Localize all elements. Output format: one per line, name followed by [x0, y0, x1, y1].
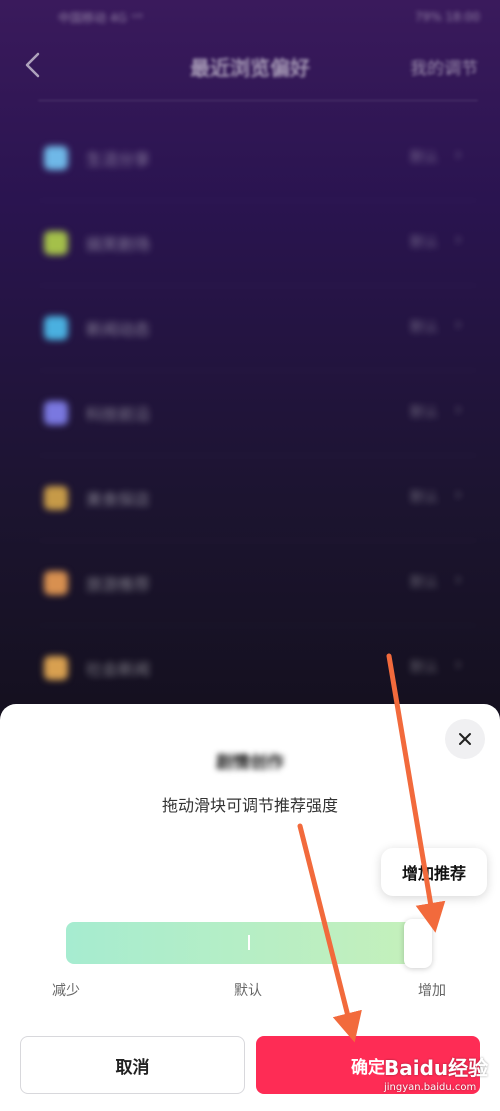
category-status: 默认: [410, 490, 438, 506]
category-icon: [44, 571, 68, 595]
close-icon: [459, 733, 471, 745]
slider-default-tick: [248, 935, 250, 950]
category-name: 美食探店: [86, 490, 151, 509]
divider: [38, 100, 478, 101]
preference-item[interactable]: 旅游推荐 默认 ›: [0, 541, 500, 626]
watermark-url: jingyan.baidu.com: [384, 1082, 477, 1093]
category-icon: [44, 316, 68, 340]
category-icon: [44, 401, 68, 425]
chevron-right-icon: ›: [454, 399, 462, 420]
preference-item[interactable]: 新闻动态 默认 ›: [0, 286, 500, 371]
category-name: 社会新闻: [86, 660, 151, 679]
category-icon: [44, 656, 68, 680]
watermark-logo: Baidu经验: [384, 1056, 489, 1080]
chevron-right-icon: ›: [454, 484, 462, 505]
my-adjust-link[interactable]: 我的调节: [410, 54, 478, 79]
category-name: 新闻动态: [86, 320, 151, 339]
cancel-button[interactable]: 取消: [20, 1036, 245, 1094]
chevron-right-icon: ›: [454, 569, 462, 590]
category-status: 默认: [410, 575, 438, 591]
category-name: 科技前沿: [86, 405, 151, 424]
category-name: 生活分享: [86, 150, 151, 169]
preference-item[interactable]: 生活分享 默认 ›: [0, 116, 500, 201]
preference-item[interactable]: 美食探店 默认 ›: [0, 456, 500, 541]
battery-time-text: 79% 18:00: [414, 10, 480, 24]
baidu-jingyan-watermark: Baidu经验 jingyan.baidu.com: [384, 1052, 496, 1102]
category-status: 默认: [410, 405, 438, 421]
preference-item[interactable]: 科技前沿 默认 ›: [0, 371, 500, 456]
slider-thumb[interactable]: [404, 919, 432, 968]
chevron-right-icon: ›: [454, 654, 462, 675]
category-status: 默认: [410, 320, 438, 336]
chevron-right-icon: ›: [454, 314, 462, 335]
category-name: 旅游推荐: [86, 575, 151, 594]
carrier-text: 中国移动 4G ⁺ᴴ: [58, 10, 143, 25]
sheet-subtitle: 拖动滑块可调节推荐强度: [161, 796, 338, 815]
slider-min-label: 减少: [52, 983, 80, 999]
preference-list: 生活分享 默认 › 搞笑剧场 默认 › 新闻动态 默认 › 科技前沿 默认 › 美食探店 默认 › 旅游推荐默…: [0, 116, 500, 711]
slider-mid-label: 默认: [234, 983, 262, 999]
category-icon: [44, 146, 68, 170]
sheet-title: 剧情创作: [216, 753, 284, 773]
preference-item[interactable]: 社会新闻 默认 ›: [0, 626, 500, 711]
category-status: 默认: [410, 235, 438, 251]
top-bar: 最近浏览偏好 我的调节: [0, 40, 500, 94]
category-status: 默认: [410, 150, 438, 166]
category-icon: [44, 486, 68, 510]
recommend-tooltip: 增加推荐: [381, 848, 487, 896]
slider-max-label: 增加: [418, 983, 446, 999]
chevron-right-icon: ›: [454, 229, 462, 250]
category-status: 默认: [410, 660, 438, 676]
category-icon: [44, 231, 68, 255]
category-name: 搞笑剧场: [86, 235, 151, 254]
status-bar: 中国移动 4G ⁺ᴴ 79% 18:00: [0, 0, 500, 34]
preference-item[interactable]: 搞笑剧场 默认 ›: [0, 201, 500, 286]
chevron-right-icon: ›: [454, 144, 462, 165]
